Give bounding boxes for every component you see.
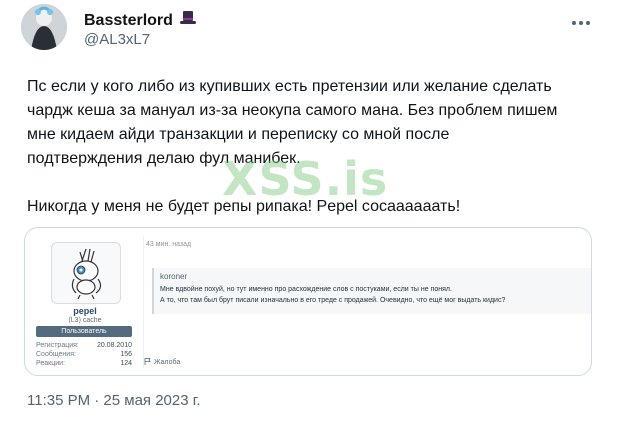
stat-label: Регистрация: bbox=[36, 342, 79, 349]
more-options-icon[interactable] bbox=[570, 14, 592, 25]
watermark: XSS.is bbox=[222, 152, 389, 206]
forum-user-avatar bbox=[51, 242, 121, 304]
forum-post-time: 43 мин. назад bbox=[146, 241, 192, 248]
tweet-container: Bassterlord @AL3xL7 Пс если у кого либо … bbox=[0, 0, 629, 429]
stat-row-reactions: Реакции: 124 bbox=[36, 359, 132, 368]
flag-icon bbox=[144, 358, 151, 367]
forum-user-badge: Пользователь bbox=[36, 326, 132, 337]
author-name-row: Bassterlord bbox=[84, 10, 197, 31]
quote-author: koroner bbox=[160, 272, 188, 281]
tweet-media-image[interactable]: pepel (L3) cache Пользователь Регистраци… bbox=[24, 227, 592, 376]
forum-user-info: pepel (L3) cache bbox=[55, 306, 115, 324]
forum-user-stats: Регистрация: 20.08.2010 Сообщения: 156 Р… bbox=[36, 341, 132, 368]
tweet-timestamp[interactable]: 11:35 PM · 25 мая 2023 г. bbox=[27, 392, 201, 409]
top-hat-icon bbox=[179, 10, 197, 31]
stat-value: 20.08.2010 bbox=[96, 342, 132, 349]
stat-value: 124 bbox=[120, 360, 132, 367]
forum-quote: koroner Мне вдвойне похуй, но тут именно… bbox=[152, 268, 591, 314]
quote-line-1: Мне вдвойне похуй, но тут именно про рас… bbox=[160, 286, 452, 293]
quote-line-2: А то, что там был брут писали изначально… bbox=[160, 297, 506, 304]
forum-post-body: 43 мин. назад koroner Мне вдвойне похуй,… bbox=[143, 236, 591, 368]
stat-value: 156 bbox=[120, 351, 132, 358]
forum-username: pepel bbox=[73, 306, 97, 316]
report-label: Жалоба bbox=[154, 359, 181, 366]
stat-row-registration: Регистрация: 20.08.2010 bbox=[36, 341, 132, 350]
report-link: Жалоба bbox=[144, 358, 180, 367]
stat-label: Сообщения: bbox=[36, 351, 76, 358]
author-handle[interactable]: @AL3xL7 bbox=[84, 31, 150, 48]
quote-text: Мне вдвойне похуй, но тут именно про рас… bbox=[160, 284, 590, 306]
stat-label: Реакции: bbox=[36, 360, 65, 367]
stat-row-messages: Сообщения: 156 bbox=[36, 350, 132, 359]
avatar-image bbox=[21, 4, 67, 50]
author-display-name[interactable]: Bassterlord bbox=[84, 12, 173, 30]
forum-user-rank: (L3) cache bbox=[68, 317, 102, 324]
author-avatar[interactable] bbox=[21, 4, 67, 50]
